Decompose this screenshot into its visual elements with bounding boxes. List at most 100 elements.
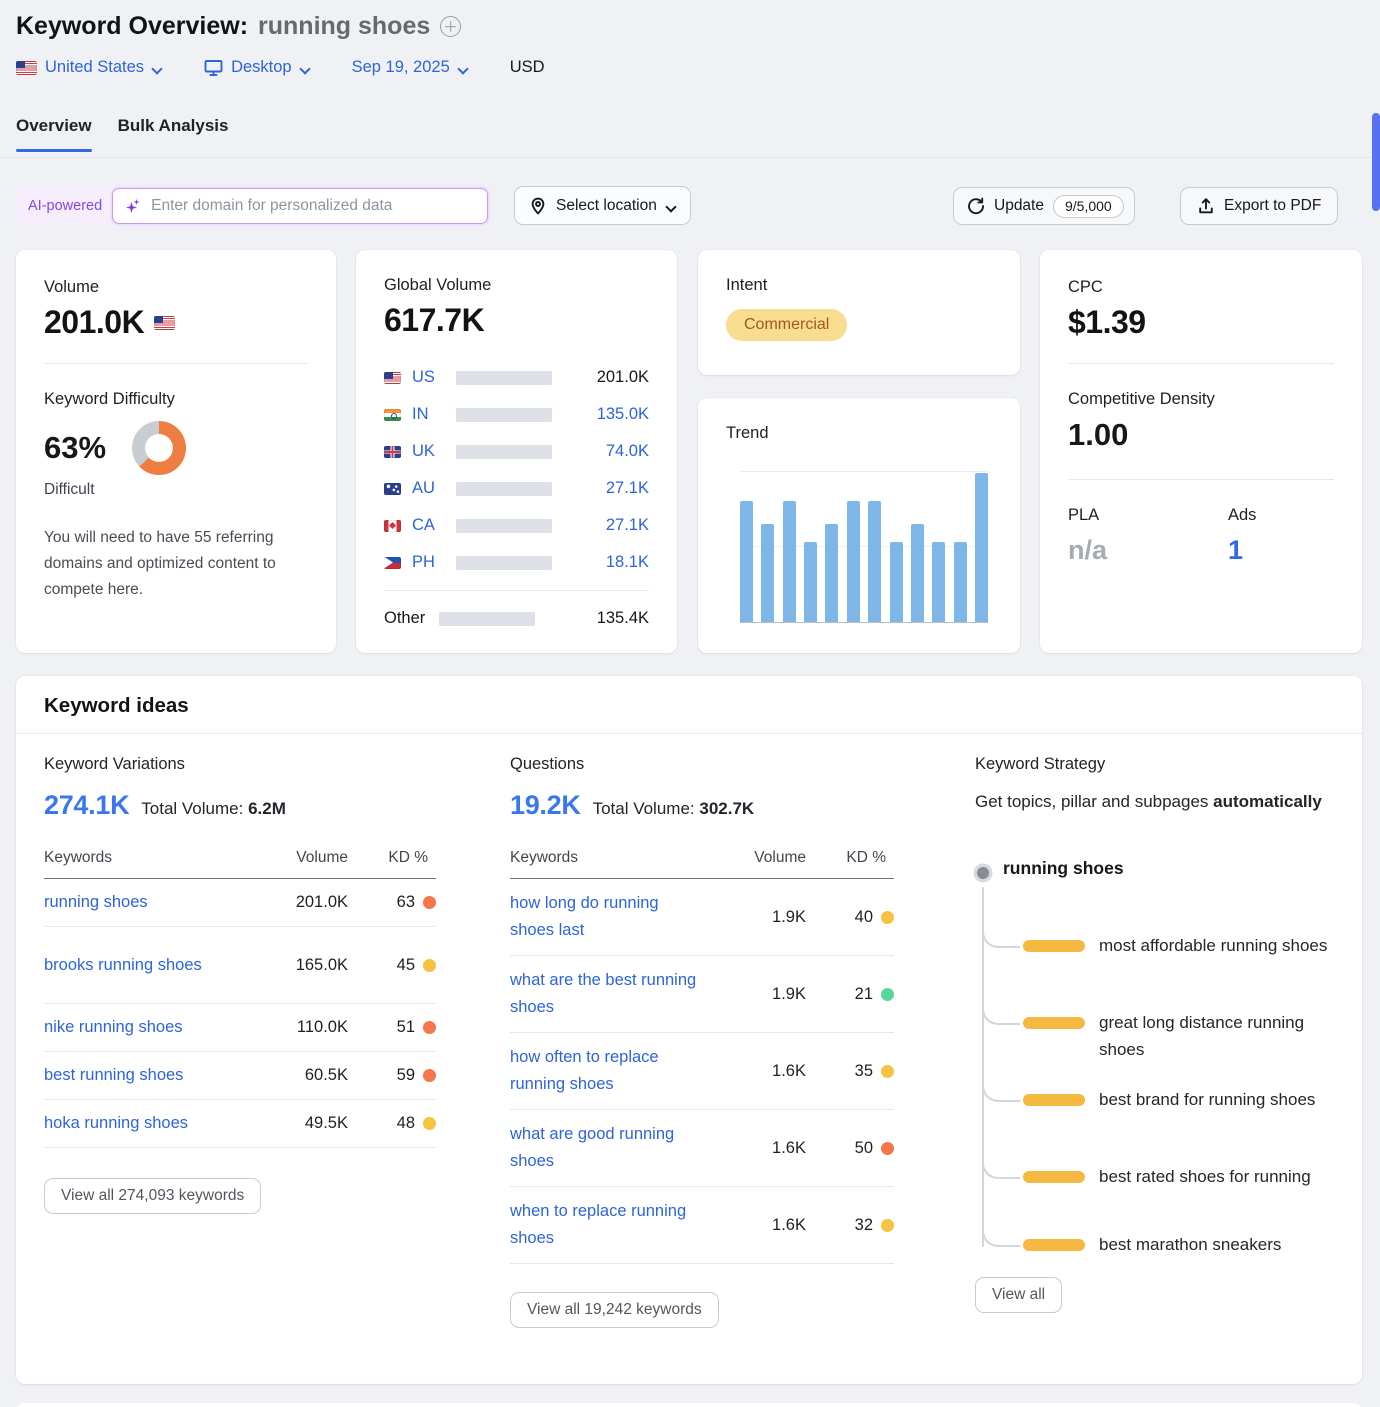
topic-label: most affordable running shoes (1099, 932, 1345, 959)
country-code-link[interactable]: PH (412, 553, 448, 572)
view-all-questions-button[interactable]: View all 19,242 keywords (510, 1292, 719, 1328)
update-button[interactable]: Update 9/5,000 (953, 187, 1135, 225)
volume-card: Volume 201.0K Keyword Difficulty 63% Dif… (16, 250, 336, 653)
add-keyword-icon[interactable] (440, 16, 461, 37)
tab-bar: Overview Bulk Analysis (16, 116, 228, 152)
view-all-variations-button[interactable]: View all 274,093 keywords (44, 1178, 261, 1214)
volume-header: Volume (710, 849, 806, 867)
keyword-link[interactable]: how long do running shoes last (510, 890, 710, 944)
device-selector[interactable]: Desktop (204, 58, 310, 77)
country-code-link[interactable]: CA (412, 516, 448, 535)
export-icon (1197, 197, 1215, 215)
volume-value: 201.0K (44, 304, 144, 341)
keyword-link[interactable]: hoka running shoes (44, 1110, 252, 1137)
table-row: brooks running shoes 165.0K 45 (44, 927, 436, 1004)
tab-overview[interactable]: Overview (16, 116, 92, 152)
volume-bar (456, 408, 552, 422)
desktop-icon (204, 59, 223, 77)
kd-dot (423, 896, 436, 909)
country-code-link[interactable]: IN (412, 405, 448, 424)
divider (384, 590, 649, 591)
volume-cell: 49.5K (252, 1114, 348, 1133)
tree-branch-line (982, 1217, 1020, 1247)
volume-cell: 201.0K (252, 893, 348, 912)
trend-bar (868, 501, 881, 622)
other-label: Other (384, 609, 439, 628)
device-label: Desktop (231, 58, 292, 77)
table-row: nike running shoes 110.0K 51 (44, 1004, 436, 1052)
global-volume-rows: US 201.0K IN 135.0K UK 74.0K AU 27.1K CA… (384, 359, 649, 637)
kd-dot (881, 1142, 894, 1155)
kd-dot (881, 911, 894, 924)
volume-cell: 1.9K (710, 985, 806, 1004)
kd-tag: Difficult (44, 481, 308, 499)
keyword-link[interactable]: what are the best running shoes (510, 967, 710, 1021)
kd-dot (423, 1021, 436, 1034)
country-volume-link[interactable]: 18.1K (606, 553, 649, 572)
kd-note: You will need to have 55 referring domai… (44, 525, 308, 603)
ads-label: Ads (1228, 506, 1256, 525)
ai-domain-group: AI-powered (16, 186, 490, 226)
keyword-link[interactable]: what are good running shoes (510, 1121, 710, 1175)
intent-card: Intent Commercial (698, 250, 1020, 375)
keyword-link[interactable]: best running shoes (44, 1062, 252, 1089)
export-pdf-button[interactable]: Export to PDF (1180, 187, 1338, 225)
ca-flag-icon (384, 520, 401, 532)
country-volume-link[interactable]: 27.1K (606, 479, 649, 498)
cpc-label: CPC (1068, 278, 1334, 297)
date-selector[interactable]: Sep 19, 2025 (352, 58, 468, 77)
page-title: Keyword Overview: running shoes (16, 12, 461, 41)
divider (44, 363, 308, 364)
country-row: AU 27.1K (384, 470, 649, 507)
trend-bar (954, 542, 967, 622)
country-volume-link[interactable]: 74.0K (606, 442, 649, 461)
country-volume: 201.0K (597, 368, 649, 387)
table-row: hoka running shoes 49.5K 48 (44, 1100, 436, 1148)
trend-bar (932, 542, 945, 622)
topic-pill (1023, 1239, 1085, 1251)
country-code-link[interactable]: US (412, 368, 448, 387)
select-location-label: Select location (556, 197, 657, 215)
volume-cell: 1.6K (710, 1062, 806, 1081)
country-volume-link[interactable]: 135.0K (597, 405, 649, 424)
keywords-header: Keywords (510, 849, 710, 867)
volume-cell: 60.5K (252, 1066, 348, 1085)
page-title-keyword: running shoes (258, 12, 430, 41)
kd-cell: 35 (855, 1062, 873, 1081)
table-row: how often to replace running shoes 1.6K … (510, 1033, 894, 1110)
country-code-link[interactable]: UK (412, 442, 448, 461)
kd-cell: 51 (397, 1018, 415, 1037)
update-quota-badge: 9/5,000 (1053, 195, 1124, 218)
topic-label: best rated shoes for running (1099, 1163, 1345, 1190)
volume-label: Volume (44, 278, 308, 297)
tab-bulk-analysis[interactable]: Bulk Analysis (118, 116, 229, 152)
kd-cell: 40 (855, 908, 873, 927)
scrollbar-thumb[interactable] (1372, 113, 1380, 211)
kd-dot (881, 1065, 894, 1078)
keyword-link[interactable]: running shoes (44, 889, 252, 916)
country-selector[interactable]: United States (16, 58, 162, 77)
volume-cell: 1.6K (710, 1216, 806, 1235)
competitive-density-value: 1.00 (1068, 417, 1334, 453)
country-code-link[interactable]: AU (412, 479, 448, 498)
page-title-text: Keyword Overview: (16, 12, 248, 41)
questions-column: Questions 19.2K Total Volume: 302.7K Key… (510, 755, 894, 1328)
trend-bar (890, 542, 903, 622)
keywords-header: Keywords (44, 849, 252, 867)
volume-bar (456, 519, 552, 533)
kd-cell: 45 (397, 956, 415, 975)
keyword-link[interactable]: brooks running shoes (44, 952, 252, 979)
volume-bar (456, 371, 552, 385)
domain-input[interactable] (151, 197, 475, 215)
kd-dot (423, 959, 436, 972)
view-all-strategy-button[interactable]: View all (975, 1277, 1062, 1313)
divider (16, 733, 1362, 734)
select-location-button[interactable]: Select location (514, 186, 691, 225)
keyword-link[interactable]: nike running shoes (44, 1014, 252, 1041)
trend-bar (847, 501, 860, 622)
global-volume-card: Global Volume 617.7K US 201.0K IN 135.0K… (356, 250, 677, 653)
keyword-link[interactable]: how often to replace running shoes (510, 1044, 710, 1098)
refresh-icon (967, 197, 985, 215)
country-volume-link[interactable]: 27.1K (606, 516, 649, 535)
keyword-link[interactable]: when to replace running shoes (510, 1198, 710, 1252)
